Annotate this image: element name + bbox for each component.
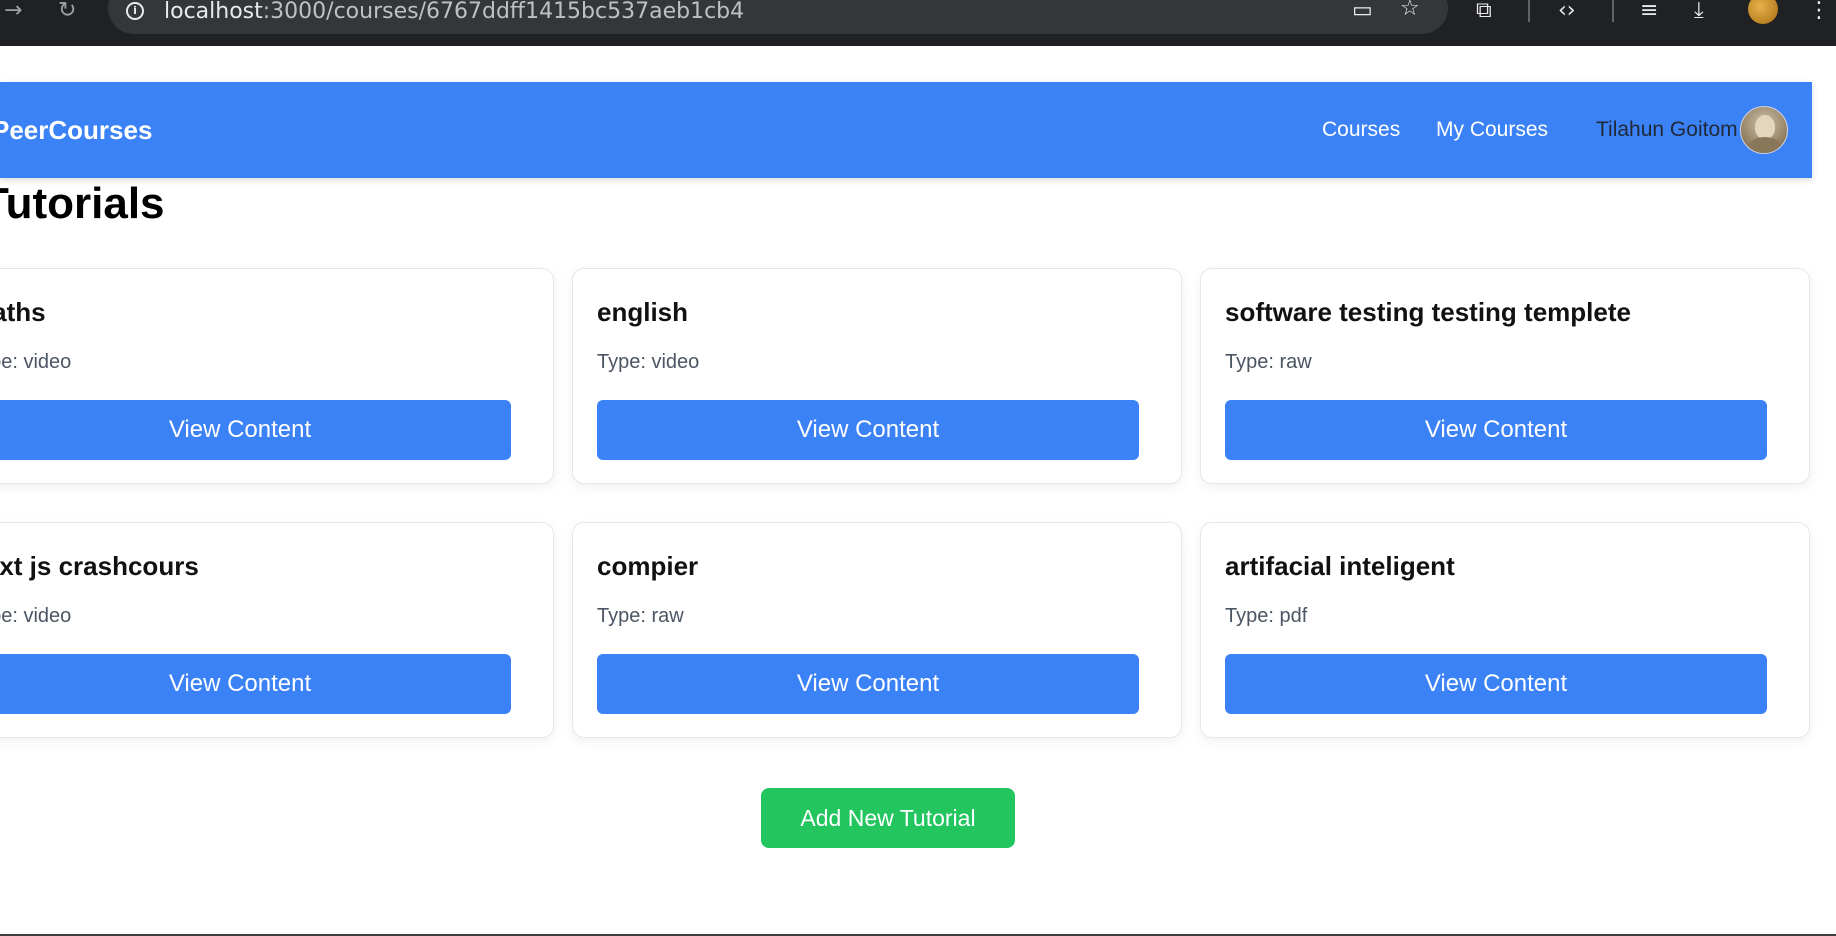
url-host: localhost <box>164 0 263 24</box>
view-content-button[interactable]: View Content <box>0 654 511 714</box>
browser-toolbar: → ↻ i localhost:3000/courses/6767ddff141… <box>0 0 1836 46</box>
page-content: PeerCourses Courses My Courses Tilahun G… <box>0 46 1836 936</box>
tutorial-title: compier <box>597 551 699 581</box>
tutorial-title: maths <box>0 297 46 327</box>
tutorial-title: software testing testing templete <box>1225 297 1631 327</box>
media-queue-icon[interactable]: ≡ <box>1640 0 1658 24</box>
url-text[interactable]: localhost:3000/courses/6767ddff1415bc537… <box>164 0 744 24</box>
avatar-body <box>1749 137 1781 153</box>
tutorial-card: english Type: video View Content <box>572 268 1182 484</box>
brand-logo[interactable]: PeerCourses <box>0 82 152 178</box>
download-icon[interactable]: ⤓ <box>1694 0 1704 24</box>
tutorial-card: maths Type: video View Content <box>0 268 554 484</box>
tutorial-card: compier Type: raw View Content <box>572 522 1182 738</box>
view-content-button[interactable]: View Content <box>1225 654 1767 714</box>
devtools-code-icon[interactable]: ‹› <box>1558 0 1576 24</box>
bookmark-star-icon[interactable]: ☆ <box>1400 0 1420 21</box>
avatar-face <box>1755 115 1775 139</box>
top-navbar: PeerCourses Courses My Courses Tilahun G… <box>0 82 1812 178</box>
site-info-icon[interactable]: i <box>126 2 144 20</box>
user-name: Tilahun Goitom <box>1596 118 1738 141</box>
tutorial-title: artifacial inteligent <box>1225 551 1455 581</box>
view-content-button[interactable]: View Content <box>0 400 511 460</box>
toolbar-divider <box>1612 0 1614 22</box>
forward-icon[interactable]: → <box>4 0 22 22</box>
address-bar[interactable]: i localhost:3000/courses/6767ddff1415bc5… <box>108 0 1448 34</box>
tutorial-card: software testing testing templete Type: … <box>1200 268 1810 484</box>
extensions-icon[interactable]: ⧉ <box>1476 0 1492 24</box>
tutorial-type: Type: raw <box>597 605 684 627</box>
nav-link-my-courses[interactable]: My Courses <box>1436 82 1548 178</box>
tutorial-type: Type: video <box>0 351 72 373</box>
tutorial-type: Type: video <box>597 351 700 373</box>
page-title: Tutorials <box>0 179 165 228</box>
tutorial-card: artifacial inteligent Type: pdf View Con… <box>1200 522 1810 738</box>
reload-icon[interactable]: ↻ <box>58 0 76 22</box>
add-tutorial-button[interactable]: Add New Tutorial <box>761 788 1015 848</box>
tutorial-title: english <box>597 297 689 327</box>
card-icon[interactable]: ▭ <box>1352 0 1373 23</box>
user-avatar[interactable] <box>1740 106 1788 154</box>
view-content-button[interactable]: View Content <box>597 400 1139 460</box>
tutorial-type: Type: raw <box>1225 351 1312 373</box>
tutorial-type: Type: pdf <box>1225 605 1308 627</box>
more-menu-icon[interactable]: ⋮ <box>1808 0 1830 24</box>
tutorial-card: next js crashcours Type: video View Cont… <box>0 522 554 738</box>
tutorial-title: next js crashcours <box>0 551 199 581</box>
toolbar-divider <box>1528 0 1530 22</box>
url-path: :3000/courses/6767ddff1415bc537aeb1cb4 <box>262 0 745 24</box>
view-content-button[interactable]: View Content <box>597 654 1139 714</box>
view-content-button[interactable]: View Content <box>1225 400 1767 460</box>
tutorial-type: Type: video <box>0 605 72 627</box>
nav-link-courses[interactable]: Courses <box>1322 82 1400 178</box>
profile-avatar[interactable] <box>1748 0 1778 24</box>
